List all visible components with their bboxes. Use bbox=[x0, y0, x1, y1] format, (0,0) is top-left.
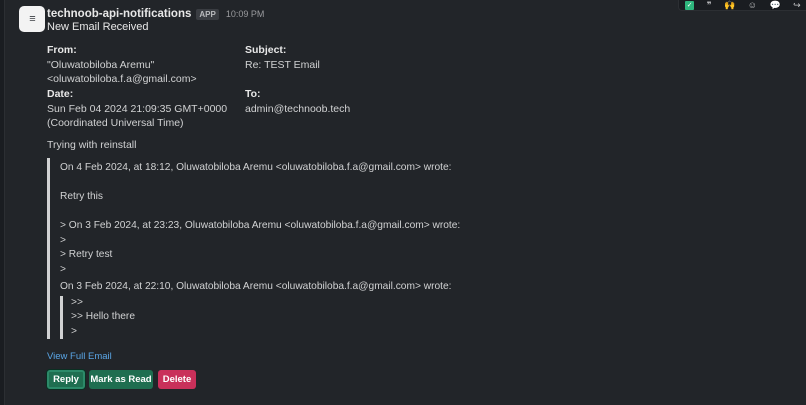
message-container: ≡ technoob-api-notifications APP 10:09 P… bbox=[4, 0, 806, 405]
date-field: Date: Sun Feb 04 2024 21:09:35 GMT+0000 … bbox=[47, 87, 227, 131]
from-field: From: "Oluwatobiloba Aremu" <oluwatobilo… bbox=[47, 43, 197, 87]
from-name: "Oluwatobiloba Aremu" bbox=[47, 58, 155, 71]
check-icon[interactable]: ✓ bbox=[685, 0, 695, 10]
to-value: admin@technoob.tech bbox=[245, 102, 351, 115]
date-timezone: (Coordinated Universal Time) bbox=[47, 117, 184, 129]
mark-as-read-button[interactable]: Mark as Read bbox=[89, 370, 153, 389]
to-label: To: bbox=[245, 88, 261, 100]
message-header: technoob-api-notifications APP 10:09 PM bbox=[47, 6, 264, 22]
reply-thread-icon[interactable]: 💬 bbox=[769, 0, 780, 10]
quote-line: On 3 Feb 2024, at 22:10, Oluwatobiloba A… bbox=[60, 281, 452, 292]
sender-name[interactable]: technoob-api-notifications bbox=[47, 8, 191, 20]
quoted-reply: On 4 Feb 2024, at 18:12, Oluwatobiloba A… bbox=[47, 158, 570, 339]
message-title: New Email Received bbox=[47, 21, 149, 33]
share-icon[interactable]: ↪ bbox=[793, 0, 801, 10]
email-body: Trying with reinstall bbox=[47, 139, 137, 151]
nested-quote-line: > bbox=[71, 326, 77, 337]
from-label: From: bbox=[47, 44, 77, 56]
quote-line: > bbox=[60, 235, 66, 246]
reply-button[interactable]: Reply bbox=[47, 370, 85, 389]
add-reaction-icon[interactable]: ☺ bbox=[748, 0, 757, 10]
from-email: <oluwatobiloba.f.a@gmail.com> bbox=[47, 73, 197, 85]
quote-line: > On 3 Feb 2024, at 23:23, Oluwatobiloba… bbox=[60, 220, 461, 231]
quote-line: On 4 Feb 2024, at 18:12, Oluwatobiloba A… bbox=[60, 162, 452, 173]
app-badge: APP bbox=[196, 8, 219, 20]
subject-value: Re: TEST Email bbox=[245, 58, 320, 71]
date-value: Sun Feb 04 2024 21:09:35 GMT+0000 bbox=[47, 102, 228, 115]
subject-label: Subject: bbox=[245, 44, 287, 56]
to-field: To: admin@technoob.tech bbox=[245, 87, 350, 116]
quote-line: > Retry test bbox=[60, 249, 113, 260]
timestamp[interactable]: 10:09 PM bbox=[226, 9, 265, 19]
quote-icon[interactable]: ❞ bbox=[707, 0, 712, 10]
delete-button[interactable]: Delete bbox=[158, 370, 196, 389]
subject-field: Subject: Re: TEST Email bbox=[245, 43, 320, 72]
list-icon: ≡ bbox=[29, 13, 36, 25]
date-label: Date: bbox=[47, 88, 74, 100]
raised-hands-icon[interactable]: 🙌 bbox=[724, 0, 735, 10]
app-avatar[interactable]: ≡ bbox=[19, 6, 45, 32]
quote-line: Retry this bbox=[60, 191, 104, 202]
nested-quote-line: >> bbox=[71, 297, 83, 308]
nested-quote: >> >> Hello there > bbox=[60, 296, 363, 339]
view-full-email-link[interactable]: View Full Email bbox=[47, 351, 112, 362]
message-actions-toolbar: ✓ ❞ 🙌 ☺ 💬 ↪ bbox=[678, 0, 806, 11]
quote-line: > bbox=[60, 264, 66, 275]
nested-quote-line: >> Hello there bbox=[71, 311, 135, 322]
